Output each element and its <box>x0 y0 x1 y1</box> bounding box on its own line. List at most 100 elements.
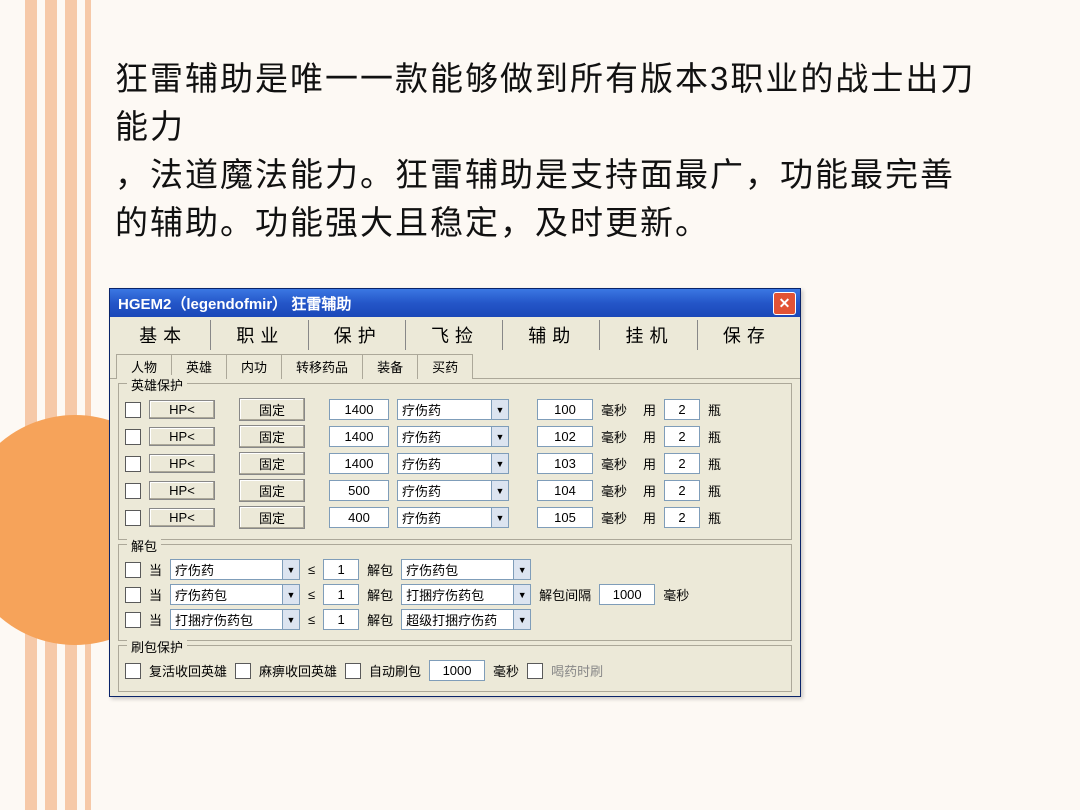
chk-drink-when-refresh[interactable] <box>527 663 543 679</box>
btn-fixed[interactable]: 固定 <box>239 506 305 529</box>
combo-unpack-item[interactable]: 疗伤药▼ <box>170 559 300 580</box>
combo-unpack-item[interactable]: 疗伤药包▼ <box>170 584 300 605</box>
combo-value: 疗伤药 <box>398 481 491 500</box>
lbl-bottle: 瓶 <box>708 508 721 527</box>
group-hero-protect-legend: 英雄保护 <box>127 375 187 394</box>
combo-potion[interactable]: 疗伤药▼ <box>397 480 509 501</box>
tab-pickup[interactable]: 飞捡 <box>408 320 503 350</box>
lbl-use: 用 <box>643 454 656 473</box>
combo-unpack-pack[interactable]: 超级打捆疗伤药▼ <box>401 609 531 630</box>
lbl-drink-when-refresh: 喝药时刷 <box>551 661 603 680</box>
chevron-down-icon: ▼ <box>491 481 508 500</box>
input-delay[interactable] <box>537 507 593 528</box>
chk-revive-recall[interactable] <box>125 663 141 679</box>
input-qty[interactable] <box>664 507 700 528</box>
lbl-use: 用 <box>643 400 656 419</box>
btn-fixed[interactable]: 固定 <box>239 425 305 448</box>
chevron-down-icon: ▼ <box>491 400 508 419</box>
input-refresh-interval[interactable] <box>429 660 485 681</box>
btn-hp[interactable]: HP< <box>149 427 215 446</box>
lbl-paralyze-recall: 麻痹收回英雄 <box>259 661 337 680</box>
chk-protect[interactable] <box>125 456 141 472</box>
combo-unpack-pack[interactable]: 打捆疗伤药包▼ <box>401 584 531 605</box>
lbl-use: 用 <box>643 481 656 500</box>
subtab-transfer[interactable]: 转移药品 <box>281 354 363 379</box>
combo-value: 疗伤药包 <box>171 585 282 604</box>
input-qty[interactable] <box>664 480 700 501</box>
chk-auto-refresh[interactable] <box>345 663 361 679</box>
group-unpack-legend: 解包 <box>127 536 161 555</box>
lbl-unpack: 解包 <box>367 610 393 629</box>
combo-value: 疗伤药包 <box>402 560 513 579</box>
combo-potion[interactable]: 疗伤药▼ <box>397 426 509 447</box>
chevron-down-icon: ▼ <box>491 427 508 446</box>
lbl-revive-recall: 复活收回英雄 <box>149 661 227 680</box>
combo-unpack-item[interactable]: 打捆疗伤药包▼ <box>170 609 300 630</box>
input-threshold[interactable] <box>329 480 389 501</box>
btn-hp[interactable]: HP< <box>149 508 215 527</box>
lbl-auto-refresh: 自动刷包 <box>369 661 421 680</box>
combo-unpack-pack[interactable]: 疗伤药包▼ <box>401 559 531 580</box>
btn-hp[interactable]: HP< <box>149 454 215 473</box>
chk-protect[interactable] <box>125 429 141 445</box>
input-qty[interactable] <box>664 399 700 420</box>
group-hero-protect: 英雄保护 HP<固定疗伤药▼毫秒用瓶HP<固定疗伤药▼毫秒用瓶HP<固定疗伤药▼… <box>118 383 792 540</box>
lbl-ms: 毫秒 <box>601 481 627 500</box>
group-unpack: 解包 当疗伤药▼≤解包疗伤药包▼当疗伤药包▼≤解包打捆疗伤药包▼解包间隔毫秒当打… <box>118 544 792 641</box>
subtab-equip[interactable]: 装备 <box>362 354 418 379</box>
input-unpack-interval[interactable] <box>599 584 655 605</box>
input-delay[interactable] <box>537 480 593 501</box>
lbl-use: 用 <box>643 427 656 446</box>
tab-basic[interactable]: 基本 <box>116 320 211 350</box>
lbl-ms: 毫秒 <box>601 454 627 473</box>
tab-bot[interactable]: 挂机 <box>602 320 697 350</box>
titlebar[interactable]: HGEM2（legendofmir） 狂雷辅助 ✕ <box>110 289 800 317</box>
btn-fixed[interactable]: 固定 <box>239 398 305 421</box>
input-delay[interactable] <box>537 453 593 474</box>
btn-hp[interactable]: HP< <box>149 481 215 500</box>
btn-fixed[interactable]: 固定 <box>239 479 305 502</box>
chk-unpack[interactable] <box>125 612 141 628</box>
combo-potion[interactable]: 疗伤药▼ <box>397 507 509 528</box>
input-delay[interactable] <box>537 399 593 420</box>
chk-protect[interactable] <box>125 402 141 418</box>
lbl-ms: 毫秒 <box>601 427 627 446</box>
input-threshold[interactable] <box>329 399 389 420</box>
subtab-buy[interactable]: 买药 <box>417 354 473 379</box>
combo-value: 疗伤药 <box>398 427 491 446</box>
subtab-innerskill[interactable]: 内功 <box>226 354 282 379</box>
combo-value: 疗伤药 <box>171 560 282 579</box>
chevron-down-icon: ▼ <box>491 508 508 527</box>
chk-protect[interactable] <box>125 483 141 499</box>
input-qty[interactable] <box>664 426 700 447</box>
chk-unpack[interactable] <box>125 587 141 603</box>
btn-fixed[interactable]: 固定 <box>239 452 305 475</box>
lbl-when: 当 <box>149 560 162 579</box>
tab-class[interactable]: 职业 <box>213 320 308 350</box>
protect-row: HP<固定疗伤药▼毫秒用瓶 <box>125 398 785 421</box>
input-threshold[interactable] <box>329 507 389 528</box>
chk-protect[interactable] <box>125 510 141 526</box>
input-delay[interactable] <box>537 426 593 447</box>
btn-hp[interactable]: HP< <box>149 400 215 419</box>
input-unpack-count[interactable] <box>323 584 359 605</box>
input-threshold[interactable] <box>329 453 389 474</box>
chk-unpack[interactable] <box>125 562 141 578</box>
tab-save[interactable]: 保存 <box>700 320 794 350</box>
combo-potion[interactable]: 疗伤药▼ <box>397 399 509 420</box>
protect-row: HP<固定疗伤药▼毫秒用瓶 <box>125 479 785 502</box>
protect-row: HP<固定疗伤药▼毫秒用瓶 <box>125 425 785 448</box>
input-qty[interactable] <box>664 453 700 474</box>
input-unpack-count[interactable] <box>323 559 359 580</box>
tab-assist[interactable]: 辅助 <box>505 320 600 350</box>
lbl-when: 当 <box>149 610 162 629</box>
close-button[interactable]: ✕ <box>773 292 796 315</box>
input-unpack-count[interactable] <box>323 609 359 630</box>
combo-potion[interactable]: 疗伤药▼ <box>397 453 509 474</box>
lbl-ms: 毫秒 <box>601 400 627 419</box>
lbl-ms: 毫秒 <box>663 585 689 604</box>
chk-paralyze-recall[interactable] <box>235 663 251 679</box>
tab-protect[interactable]: 保护 <box>311 320 406 350</box>
close-icon: ✕ <box>779 295 791 312</box>
input-threshold[interactable] <box>329 426 389 447</box>
